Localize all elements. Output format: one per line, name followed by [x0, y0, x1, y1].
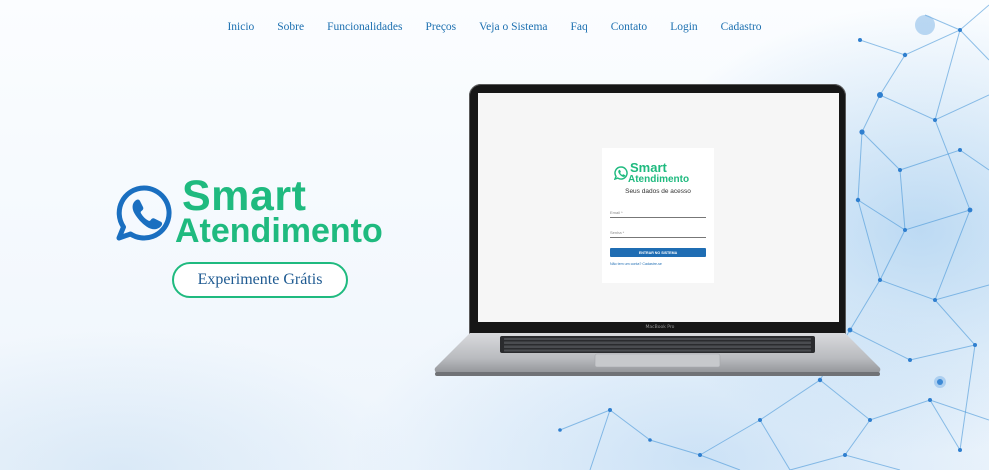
- nav-item-precos[interactable]: Preços: [414, 19, 468, 35]
- hero-logo-line2: Atendimento: [175, 212, 383, 250]
- email-label: Email *: [610, 210, 623, 215]
- login-logo-line2: Atendimento: [628, 174, 690, 185]
- nav-item-inicio[interactable]: Inicio: [216, 19, 266, 35]
- nav-item-contato[interactable]: Contato: [599, 19, 658, 35]
- signup-link[interactable]: Não tem um conta? Cadastre-se: [610, 262, 662, 266]
- laptop-keyboard-base: [434, 333, 881, 376]
- experimente-gratis-button[interactable]: Experimente Grátis: [172, 262, 348, 298]
- login-subtitle: Seus dados de acesso: [625, 188, 691, 195]
- nav-item-login[interactable]: Login: [659, 19, 709, 35]
- hero-logo: Smart Atendimento: [115, 172, 415, 250]
- nav-item-veja-o-sistema[interactable]: Veja o Sistema: [468, 19, 559, 35]
- top-navigation: Inicio Sobre Funcionalidades Preços Veja…: [0, 19, 989, 35]
- password-label: Senha *: [610, 230, 625, 235]
- whatsapp-icon: [614, 166, 628, 180]
- nav-item-faq[interactable]: Faq: [559, 19, 599, 35]
- login-card: Smart Atendimento Seus dados de acesso E…: [602, 148, 714, 283]
- nav-item-cadastro[interactable]: Cadastro: [709, 19, 773, 35]
- nav-item-sobre[interactable]: Sobre: [266, 19, 316, 35]
- login-logo-line1: Smart: [630, 160, 667, 175]
- whatsapp-icon: [116, 185, 172, 241]
- email-field[interactable]: [610, 217, 706, 218]
- login-submit-button[interactable]: ENTRAR NO SISTEMA: [610, 248, 706, 257]
- password-field[interactable]: [610, 237, 706, 238]
- nav-item-funcionalidades[interactable]: Funcionalidades: [316, 19, 414, 35]
